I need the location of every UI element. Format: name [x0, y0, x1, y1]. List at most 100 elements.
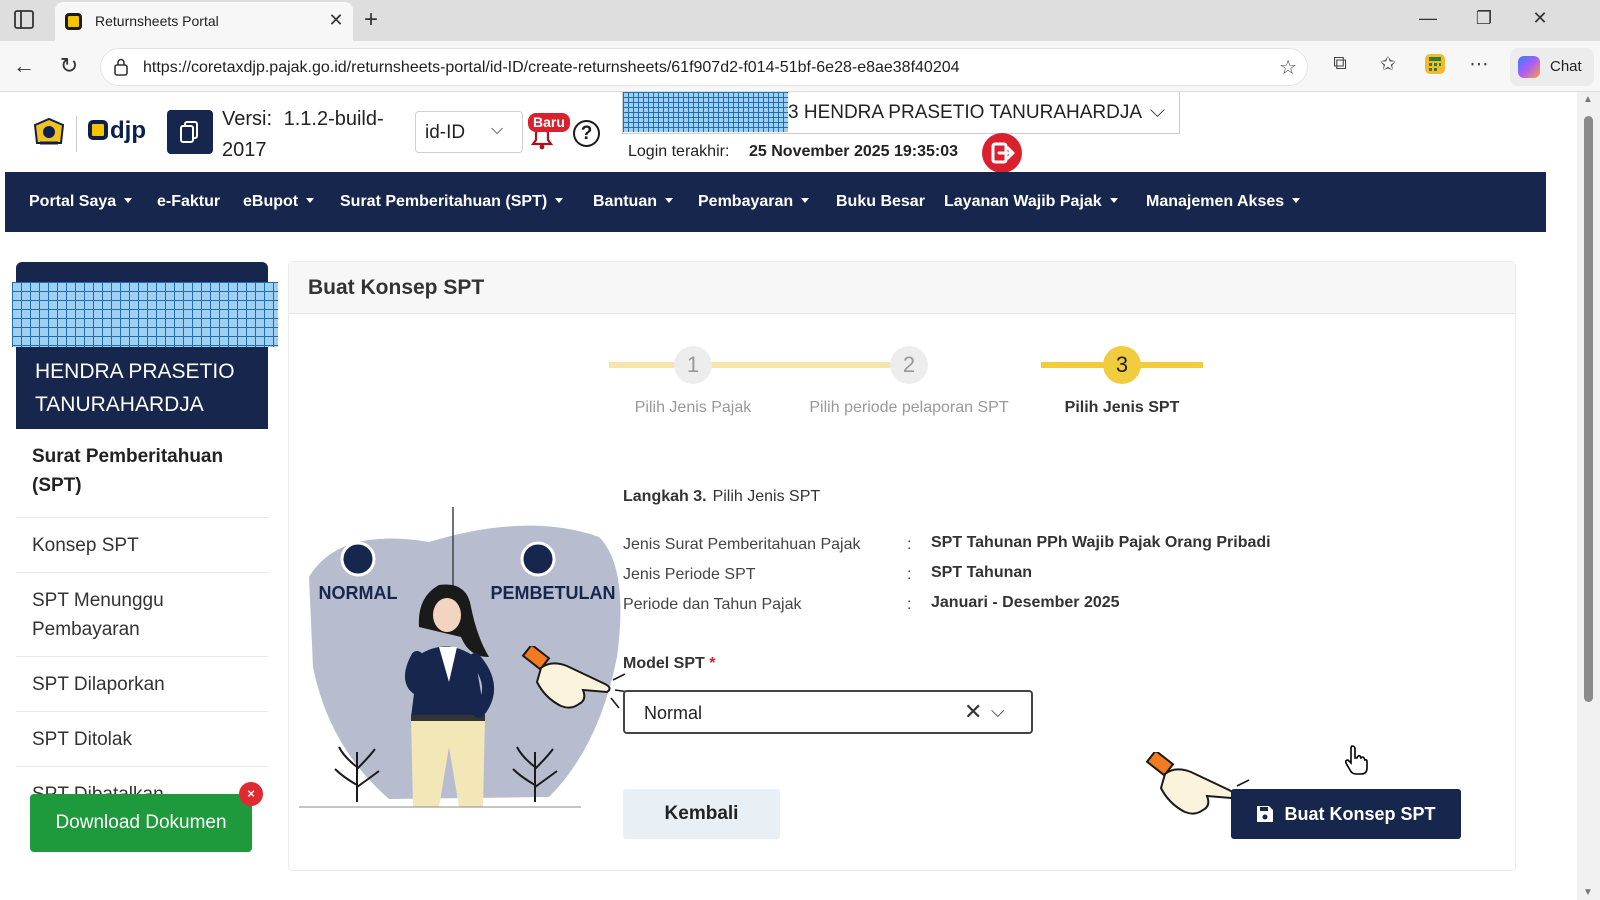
step-line-1 — [609, 362, 909, 368]
logout-icon[interactable] — [982, 133, 1022, 173]
download-close-icon[interactable]: × — [239, 782, 263, 806]
step-circle-2: 2 — [890, 346, 928, 384]
caret-down-icon — [306, 198, 315, 203]
lock-icon[interactable] — [113, 58, 129, 76]
info-key: Periode dan Tahun Pajak — [623, 596, 802, 613]
nav-item-e-faktur[interactable]: e-Faktur — [157, 193, 220, 211]
nav-item-manajemen-akses[interactable]: Manajemen Akses — [1146, 193, 1301, 211]
nav-item-layanan-wajib-pajak[interactable]: Layanan Wajib Pajak — [944, 193, 1118, 211]
info-colon: : — [907, 536, 912, 553]
language-value: id-ID — [425, 122, 466, 143]
caret-down-icon — [665, 198, 673, 203]
djp-logo-mark-icon — [88, 120, 108, 140]
clear-icon[interactable]: ✕ — [964, 699, 982, 725]
chevron-down-icon: ⌵ — [491, 121, 504, 138]
help-icon[interactable]: ? — [573, 120, 600, 147]
main-navigation: Portal Saya e-Faktur eBupot Surat Pember… — [5, 172, 1546, 232]
last-login-label: Login terakhir: — [628, 143, 730, 160]
create-spt-card: Buat Konsep SPT 1 2 3 Pilih Jenis Pajak … — [288, 261, 1516, 871]
sidebar-item-konsep-spt[interactable]: Konsep SPT — [16, 517, 268, 572]
sidebar-profile-banner: HENDRA PRASETIO TANURAHARDJA — [12, 262, 278, 429]
model-spt-label: Model SPT * — [623, 655, 716, 672]
required-marker: * — [709, 655, 716, 672]
header-divider — [76, 116, 77, 152]
nav-item-bantuan[interactable]: Bantuan — [593, 193, 673, 211]
sidebar-user-name: HENDRA PRASETIO TANURAHARDJA — [35, 360, 235, 416]
download-document-button[interactable]: Download Dokumen — [30, 794, 252, 852]
url-field[interactable]: https://coretaxdjp.pajak.go.id/returnshe… — [100, 48, 1308, 86]
info-colon: : — [907, 566, 912, 583]
tab-close-icon[interactable]: ✕ — [325, 10, 347, 31]
page-title: Buat Konsep SPT — [308, 276, 485, 299]
more-menu-icon[interactable]: ⋯ — [1464, 53, 1494, 76]
scroll-down-icon[interactable]: ▼ — [1583, 887, 1593, 898]
back-arrow-icon[interactable]: ← — [9, 53, 39, 79]
save-icon — [1256, 805, 1274, 823]
scrollbar-thumb[interactable] — [1584, 116, 1593, 702]
step-heading: Langkah 3. Pilih Jenis SPT — [623, 488, 820, 506]
copy-version-icon[interactable] — [167, 110, 213, 154]
info-row: Periode dan Tahun Pajak : Januari - Dese… — [623, 594, 1503, 622]
language-select[interactable]: id-ID ⌵ — [415, 111, 523, 153]
pointing-hand-icon — [521, 643, 631, 721]
new-badge[interactable]: Baru — [528, 113, 570, 132]
sidebar-section-title: Surat Pemberitahuan (SPT) — [32, 446, 224, 496]
sidebar: HENDRA PRASETIO TANURAHARDJA Surat Pembe… — [12, 262, 278, 900]
caret-down-icon — [1292, 198, 1301, 203]
copilot-chat-button[interactable]: Chat — [1510, 48, 1594, 86]
sidebar-item-spt-menunggu-pembayaran[interactable]: SPT Menunggu Pembayaran — [16, 572, 268, 656]
scroll-up-icon[interactable]: ▲ — [1583, 94, 1593, 105]
mouse-cursor-hand-icon — [1344, 744, 1370, 776]
favorite-star-icon[interactable]: ☆ — [1279, 55, 1297, 80]
step-circle-3: 3 — [1103, 346, 1141, 384]
info-colon: : — [907, 596, 912, 613]
url-text: https://coretaxdjp.pajak.go.id/returnshe… — [143, 59, 960, 76]
back-button[interactable]: Kembali — [623, 789, 780, 839]
minimize-icon[interactable]: — — [1413, 8, 1443, 29]
redacted-id-block — [12, 282, 278, 347]
tab-actions-icon[interactable] — [12, 8, 38, 32]
info-value: SPT Tahunan PPh Wajib Pajak Orang Pribad… — [931, 534, 1271, 551]
step-heading-number: Langkah 3. — [623, 488, 707, 505]
version-label: Versi: — [222, 108, 273, 130]
version-info: Versi: 1.1.2-build-2017 — [222, 104, 392, 166]
nav-item-portal-saya[interactable]: Portal Saya — [29, 193, 133, 211]
step-label-3: Pilih Jenis SPT — [1064, 399, 1180, 416]
nav-item-spt[interactable]: Surat Pemberitahuan (SPT) — [340, 193, 564, 211]
kemenkeu-logo-icon[interactable] — [32, 117, 66, 147]
restore-icon[interactable]: ❐ — [1469, 8, 1499, 29]
sidebar-item-spt-dilaporkan[interactable]: SPT Dilaporkan — [16, 656, 268, 711]
site-header: djp Versi: 1.1.2-build-2017 id-ID ⌵ Baru… — [4, 92, 1577, 175]
step-label-2: Pilih periode pelaporan SPT — [809, 399, 1009, 416]
nav-item-buku-besar[interactable]: Buku Besar — [836, 193, 925, 211]
info-row: Jenis Surat Pemberitahuan Pajak : SPT Ta… — [623, 534, 1503, 562]
chevron-down-icon: ⌵ — [1149, 100, 1165, 122]
tab-title: Returnsheets Portal — [95, 13, 219, 29]
info-value: Januari - Desember 2025 — [931, 594, 1120, 611]
nav-item-pembayaran[interactable]: Pembayaran — [698, 193, 810, 211]
browser-tab[interactable]: Returnsheets Portal ✕ — [55, 2, 353, 41]
sidebar-item-spt-ditolak[interactable]: SPT Ditolak — [16, 711, 268, 766]
info-key: Jenis Surat Pemberitahuan Pajak — [623, 536, 861, 553]
new-tab-icon[interactable]: + — [364, 6, 378, 34]
djp-logo[interactable]: djp — [88, 117, 146, 145]
reload-icon[interactable]: ↻ — [54, 53, 84, 79]
window-close-icon[interactable]: ✕ — [1525, 8, 1555, 29]
extensions-icon[interactable]: ⧉ — [1325, 53, 1355, 75]
portal-favicon-icon — [65, 13, 82, 30]
card-header: Buat Konsep SPT — [289, 262, 1515, 314]
model-spt-select[interactable]: Normal ✕ ⌵ — [623, 690, 1033, 734]
calculator-extension-icon[interactable] — [1420, 53, 1450, 81]
create-spt-draft-button[interactable]: Buat Konsep SPT — [1231, 789, 1461, 839]
browser-tab-bar: Returnsheets Portal ✕ + — ❐ ✕ — [0, 0, 1600, 41]
stepper: 1 2 3 Pilih Jenis Pajak Pilih periode pe… — [609, 346, 1209, 426]
info-row: Jenis Periode SPT : SPT Tahunan — [623, 564, 1503, 592]
caret-down-icon — [1109, 198, 1118, 203]
page-scrollbar[interactable]: ▲ ▼ — [1577, 92, 1600, 900]
favorites-icon[interactable]: ✩ — [1373, 53, 1403, 76]
nav-item-ebupot[interactable]: eBupot — [243, 193, 315, 211]
chevron-down-icon[interactable]: ⌵ — [991, 701, 1005, 722]
caret-down-icon — [124, 198, 133, 203]
chat-label: Chat — [1550, 58, 1582, 75]
taxpayer-select[interactable]: 3 HENDRA PRASETIO TANURAHARDJA ⌵ — [622, 92, 1180, 134]
